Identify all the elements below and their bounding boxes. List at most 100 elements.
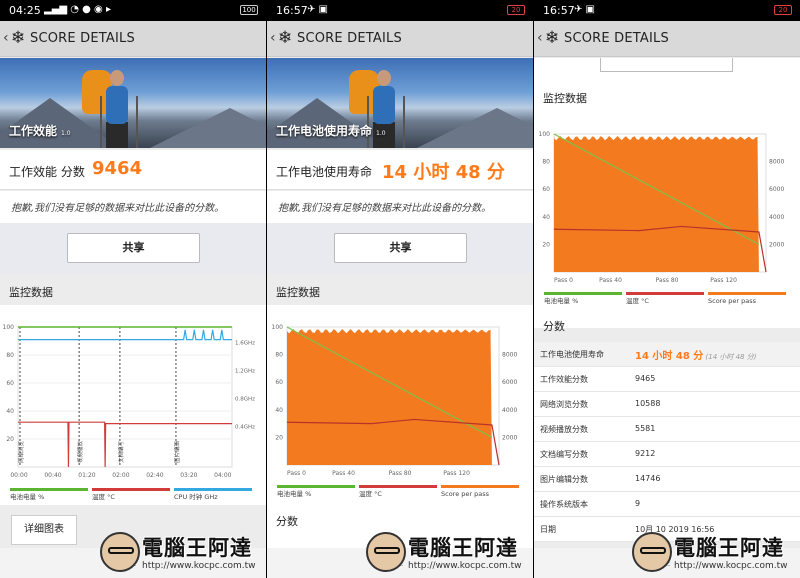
x-tick-label: 04:00 <box>214 472 231 479</box>
banner-title: 工作电池使用寿命 1.0 <box>276 124 386 138</box>
watermark: 電腦王阿達 http://www.kocpc.com.tw <box>366 532 536 576</box>
legend-label: 温度 °C <box>626 296 649 305</box>
mascot-face-icon <box>366 532 406 572</box>
row-key: 网络浏览分数 <box>540 400 588 409</box>
status-bar: 16:57 ✈ ▣ 20 <box>534 0 800 21</box>
table-row: 文档编写分数 9212 <box>534 442 800 467</box>
airplane-icon: ✈ ▣ <box>307 4 329 15</box>
monitor-chart: 20 40 60 80 100 0.4GHz 0.8GHz 1.2GHz 1.6GHz 00:00… <box>0 305 266 505</box>
table-row: 操作系统版本 9 <box>534 492 800 517</box>
score-value: 9464 <box>92 158 143 179</box>
x-tick-label: 00:00 <box>10 472 27 479</box>
page-title: SCORE DETAILS <box>297 31 402 46</box>
hiker-illustration <box>80 66 150 148</box>
status-time: 04:25 <box>9 4 41 17</box>
watermark-url: http://www.kocpc.com.tw <box>142 561 256 571</box>
score-label: 工作电池使用寿命 <box>276 165 373 179</box>
legend-swatch <box>92 488 170 491</box>
page-title: SCORE DETAILS <box>30 31 135 46</box>
legend-label: 温度 °C <box>92 492 115 501</box>
back-icon[interactable]: ‹ <box>3 30 9 46</box>
y-tick-label: 80 <box>542 159 550 166</box>
back-icon[interactable]: ‹ <box>270 30 276 46</box>
y2-tick-label: 8000 <box>502 352 517 359</box>
plot-area <box>17 326 233 468</box>
mountain-shape <box>417 108 533 148</box>
x-tick-label: 02:00 <box>112 472 129 479</box>
signal-icon: ▂▄▆ ◔ ● ◉ ▸ <box>44 4 111 15</box>
legend-label: CPU 时钟 GHz <box>174 492 218 501</box>
y-tick-label: 80 <box>275 352 283 359</box>
y2-tick-label: 4000 <box>769 214 784 221</box>
y2-tick-label: 0.4GHz <box>235 424 255 430</box>
y-tick-label: 40 <box>542 214 550 221</box>
page-title: SCORE DETAILS <box>564 31 669 46</box>
phase-annotation: 图片编辑 <box>173 440 181 463</box>
y-tick-label: 20 <box>275 434 283 441</box>
phase-annotation: 网络浏览 <box>17 440 25 463</box>
legend-label: 电池电量 % <box>277 489 311 498</box>
x-tick-label: 03:20 <box>180 472 197 479</box>
y2-tick-label: 8000 <box>769 159 784 166</box>
legend-swatch <box>277 485 355 488</box>
detail-chart-button[interactable]: 详细图表 <box>11 515 77 545</box>
legend-swatch <box>174 488 252 491</box>
y-tick-label: 40 <box>6 408 14 415</box>
legend-label: Score per pass <box>441 490 490 498</box>
row-value: 5581 <box>635 424 656 433</box>
airplane-icon: ✈ ▣ <box>574 4 596 15</box>
share-button-partial[interactable] <box>600 58 733 72</box>
row-key: 操作系统版本 <box>540 500 588 509</box>
x-tick-label: Pass 80 <box>656 277 679 284</box>
comparison-note: 抱歉,我们没有足够的数据来对比此设备的分数。 <box>267 191 533 223</box>
watermark-text: 電腦王阿達 <box>142 536 252 560</box>
monitor-chart-svg: 20 40 60 80 100 0.4GHz 0.8GHz 1.2GHz 1.6GHz 00:00… <box>3 324 256 501</box>
battery-icon: 20 <box>774 5 792 15</box>
monitor-title: 监控数据 <box>9 286 53 299</box>
x-tick-label: Pass 40 <box>599 277 622 284</box>
x-tick-label: 02:40 <box>146 472 163 479</box>
snowflake-logo-icon: ❄ <box>545 28 560 48</box>
y-tick-label: 20 <box>6 436 14 443</box>
table-row: 网络浏览分数 10588 <box>534 392 800 417</box>
y-tick-label: 100 <box>3 324 15 331</box>
section-title: 分数 <box>276 515 298 528</box>
screenshot: 04:25 ▂▄▆ ◔ ● ◉ ▸ 100 ‹ ❄ SCORE DETAILS … <box>0 0 800 578</box>
legend-swatch <box>544 292 622 295</box>
panel-scores: 16:57 ✈ ▣ 20 ‹ ❄ SCORE DETAILS 监控数据 20 40… <box>534 0 800 578</box>
y2-tick-label: 1.6GHz <box>235 340 255 346</box>
share-button[interactable]: 共享 <box>67 233 200 263</box>
score-value: 14 小时 48 分 <box>382 162 505 183</box>
row-key: 工作电池使用寿命 <box>540 350 604 359</box>
temperature-line <box>18 421 232 468</box>
legend-swatch <box>10 488 88 491</box>
y2-tick-label: 6000 <box>769 186 784 193</box>
watermark: 電腦王阿達 http://www.kocpc.com.tw <box>100 532 270 576</box>
row-value: 9 <box>635 499 641 508</box>
share-button[interactable]: 共享 <box>334 233 467 263</box>
score-per-pass-area <box>554 135 759 272</box>
monitor-chart: 20 40 60 80 100 2000 4000 6000 8000 Pass 0 Pass 40… <box>267 305 533 505</box>
panel-battery: 16:57 ✈ ▣ 20 ‹ ❄ SCORE DETAILS 工作电池使用寿命 1… <box>267 0 533 578</box>
row-key: 文档编写分数 <box>540 450 588 459</box>
y-tick-label: 80 <box>6 352 14 359</box>
row-subvalue: (14 小时 48 分) <box>703 353 757 361</box>
row-key: 日期 <box>540 525 556 534</box>
x-tick-label: Pass 80 <box>389 470 412 477</box>
legend-swatch <box>708 292 786 295</box>
y2-tick-label: 2000 <box>769 241 784 248</box>
comparison-note: 抱歉,我们没有足够的数据来对比此设备的分数。 <box>0 191 266 223</box>
table-row: 视频播放分数 5581 <box>534 417 800 442</box>
mascot-face-icon <box>100 532 140 572</box>
status-time: 16:57 <box>543 4 575 17</box>
share-area: 共享 <box>267 223 533 273</box>
watermark: 電腦王阿達 http://www.kocpc.com.tw <box>632 532 800 576</box>
score-row: 工作效能 分数 9464 <box>0 150 266 190</box>
x-tick-label: Pass 0 <box>287 470 306 477</box>
x-tick-label: Pass 0 <box>554 277 573 284</box>
legend-swatch <box>441 485 519 488</box>
watermark-text: 電腦王阿達 <box>408 536 518 560</box>
legend-label: 电池电量 % <box>544 296 578 305</box>
back-icon[interactable]: ‹ <box>537 30 543 46</box>
score-per-pass-area <box>287 328 492 465</box>
